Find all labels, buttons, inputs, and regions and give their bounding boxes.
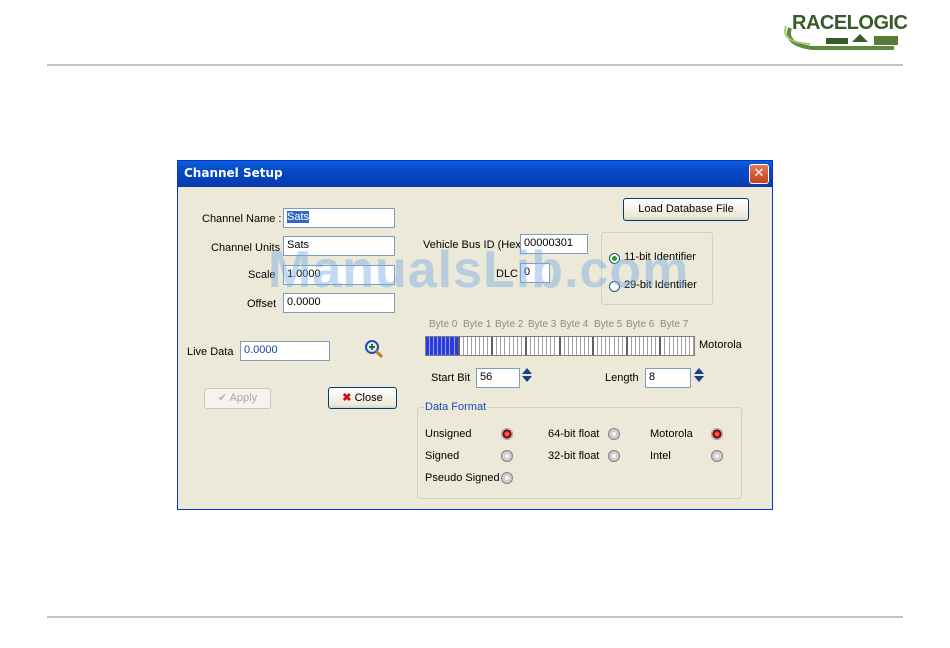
byte-label: Byte 1 (463, 319, 492, 330)
float32-label: 32-bit float (548, 450, 600, 462)
signed-label: Signed (425, 450, 460, 462)
dialog-title: Channel Setup (184, 166, 283, 180)
scale-label: Scale (248, 269, 276, 281)
arrow-up-icon[interactable] (522, 368, 532, 374)
byte-label: Byte 5 (594, 319, 623, 330)
data-format-legend: Data Format (424, 401, 488, 413)
radio-29bit[interactable] (609, 281, 620, 292)
header-divider (47, 64, 903, 66)
byte-label: Byte 6 (626, 319, 655, 330)
byte-label: Byte 0 (429, 319, 458, 330)
racelogic-logo: RACELOGIC (782, 8, 908, 52)
channel-name-label: Channel Name : (202, 213, 282, 225)
checkmark-icon: ✔ (217, 392, 228, 404)
close-button[interactable]: ✖ Close (328, 387, 397, 409)
vehicle-bus-id-label: Vehicle Bus ID (Hex) (423, 239, 525, 251)
length-field[interactable]: 8 (645, 368, 691, 388)
bit-layout-bar[interactable] (425, 336, 695, 356)
bit-cell[interactable] (690, 337, 694, 355)
unsigned-radio[interactable] (501, 428, 513, 440)
arrow-down-icon[interactable] (522, 376, 532, 382)
offset-field[interactable]: 0.0000 (283, 293, 395, 313)
byte-label: Byte 3 (528, 319, 557, 330)
motorola-label: Motorola (650, 428, 693, 440)
intel-radio[interactable] (711, 450, 723, 462)
magnifier-plus-icon[interactable] (364, 339, 384, 359)
byte-order-label: Motorola (699, 339, 742, 351)
pseudo-signed-radio[interactable] (501, 472, 513, 484)
radio-11bit[interactable] (609, 253, 620, 264)
identifier-11bit-label: 11-bit Identifier (624, 251, 696, 263)
float64-label: 64-bit float (548, 428, 600, 440)
channel-setup-dialog: Channel Setup ✕ Channel Name : Sats Chan… (177, 160, 773, 510)
offset-label: Offset (247, 298, 277, 310)
motorola-radio[interactable] (711, 428, 723, 440)
byte-label: Byte 2 (495, 319, 524, 330)
pseudo-signed-label: Pseudo Signed (425, 472, 500, 484)
channel-units-field[interactable]: Sats (283, 236, 395, 256)
identifier-29bit-label: 29-bit Identifier (624, 279, 697, 291)
dialog-titlebar[interactable]: Channel Setup ✕ (178, 161, 772, 187)
arrow-up-icon[interactable] (694, 368, 704, 374)
start-bit-field[interactable]: 56 (476, 368, 520, 388)
unsigned-label: Unsigned (425, 428, 472, 440)
byte-label: Byte 7 (660, 319, 689, 330)
scale-field[interactable]: 1.0000 (283, 265, 395, 285)
live-data-field: 0.0000 (240, 341, 330, 361)
close-icon[interactable]: ✕ (749, 164, 769, 184)
red-x-icon: ✖ (342, 392, 352, 404)
dlc-label: DLC (496, 268, 519, 280)
arrow-down-icon[interactable] (694, 376, 704, 382)
apply-button[interactable]: ✔ Apply (204, 388, 271, 409)
length-label: Length (605, 372, 639, 384)
length-spinner[interactable] (694, 368, 704, 382)
float32-radio[interactable] (608, 450, 620, 462)
start-bit-label: Start Bit (431, 372, 471, 384)
data-format-group: Data Format Unsigned Signed Pseudo Signe… (417, 401, 742, 499)
load-database-button[interactable]: Load Database File (623, 198, 749, 221)
vehicle-bus-id-field[interactable]: 00000301 (520, 234, 588, 254)
signed-radio[interactable] (501, 450, 513, 462)
float64-radio[interactable] (608, 428, 620, 440)
channel-units-label: Channel Units (211, 242, 281, 254)
footer-divider (47, 616, 903, 618)
channel-name-field[interactable]: Sats (283, 208, 395, 228)
live-data-label: Live Data (187, 346, 234, 358)
start-bit-spinner[interactable] (522, 368, 532, 382)
byte-label: Byte 4 (560, 319, 589, 330)
intel-label: Intel (650, 450, 671, 462)
identifier-group: 11-bit Identifier 29-bit Identifier (601, 232, 713, 305)
dlc-field[interactable]: 0 (520, 263, 550, 283)
